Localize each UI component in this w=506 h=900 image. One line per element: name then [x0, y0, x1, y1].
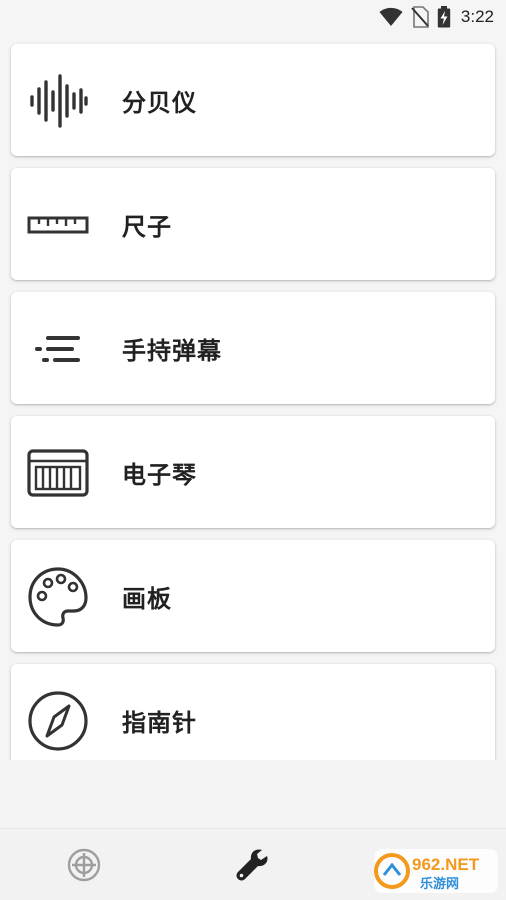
tool-label: 尺子 [122, 212, 172, 241]
tool-label: 分贝仪 [122, 88, 197, 117]
target-icon [67, 848, 101, 882]
tool-list: 分贝仪 尺子 手持弹幕 电子琴 画板 指南针 [0, 34, 506, 760]
wrench-icon [236, 849, 268, 881]
piano-icon [27, 442, 89, 504]
tool-label: 画板 [122, 584, 172, 613]
nav-discover-button[interactable] [64, 845, 104, 885]
barrage-icon [27, 318, 89, 380]
no-sim-icon [411, 6, 429, 28]
tool-label: 手持弹幕 [122, 336, 222, 365]
battery-charging-icon [437, 6, 451, 28]
tool-card-drawing-board[interactable]: 画板 [11, 540, 495, 652]
tool-label: 指南针 [122, 708, 197, 737]
tool-card-ruler[interactable]: 尺子 [11, 168, 495, 280]
status-icons: 3:22 [379, 5, 494, 29]
watermark-text-962: 962.NET [412, 855, 480, 874]
tool-card-piano[interactable]: 电子琴 [11, 416, 495, 528]
status-bar: 3:22 [0, 0, 506, 34]
tool-card-decibel-meter[interactable]: 分贝仪 [11, 44, 495, 156]
soundwave-icon [27, 70, 89, 132]
palette-icon [27, 566, 89, 628]
tool-card-barrage[interactable]: 手持弹幕 [11, 292, 495, 404]
tool-label: 电子琴 [122, 460, 197, 489]
wifi-icon [379, 7, 403, 26]
watermark-text-site: 乐游网 [420, 876, 459, 892]
compass-icon [27, 690, 89, 752]
site-watermark: 962.NET 乐游网 [372, 848, 500, 894]
ruler-icon [27, 194, 89, 256]
nav-tools-button[interactable] [233, 845, 273, 885]
tool-card-compass[interactable]: 指南针 [11, 664, 495, 760]
status-time: 3:22 [460, 7, 494, 26]
